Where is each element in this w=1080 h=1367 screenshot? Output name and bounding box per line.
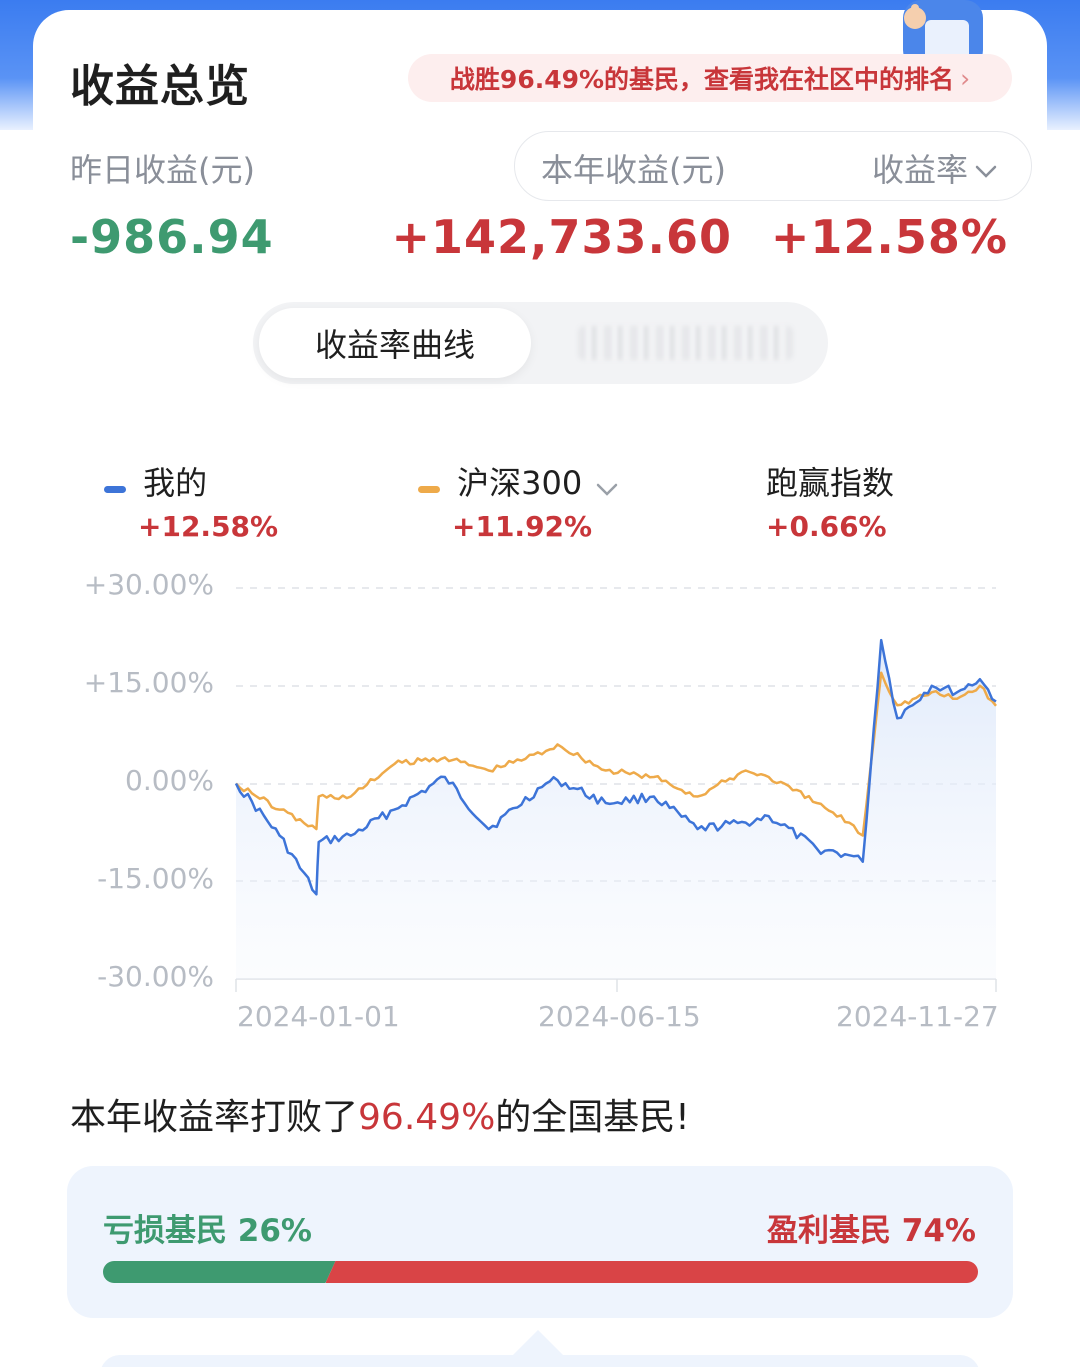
x-tick-label: 2024-06-15: [538, 1000, 701, 1033]
loss-investors-label: 亏损基民 26%: [103, 1213, 312, 1249]
distribution-bar: [103, 1261, 978, 1283]
profit-bar-segment: [325, 1261, 978, 1283]
series-mine-area: [236, 640, 996, 979]
profit-investors-label: 盈利基民 74%: [767, 1213, 976, 1249]
return-rate-chart: [234, 587, 997, 992]
beat-prefix: 本年收益率打败了: [70, 1097, 359, 1138]
beat-suffix: 的全国基民!: [495, 1097, 690, 1138]
beat-percent: 96.49%: [358, 1097, 496, 1138]
x-tick-label: 2024-11-27: [836, 1000, 999, 1033]
loss-bar-segment: [103, 1261, 336, 1283]
x-tick-label: 2024-01-01: [237, 1000, 400, 1033]
beat-percentage-statement: 本年收益率打败了96.49%的全国基民!: [70, 1088, 690, 1140]
next-section-card: [100, 1355, 980, 1367]
